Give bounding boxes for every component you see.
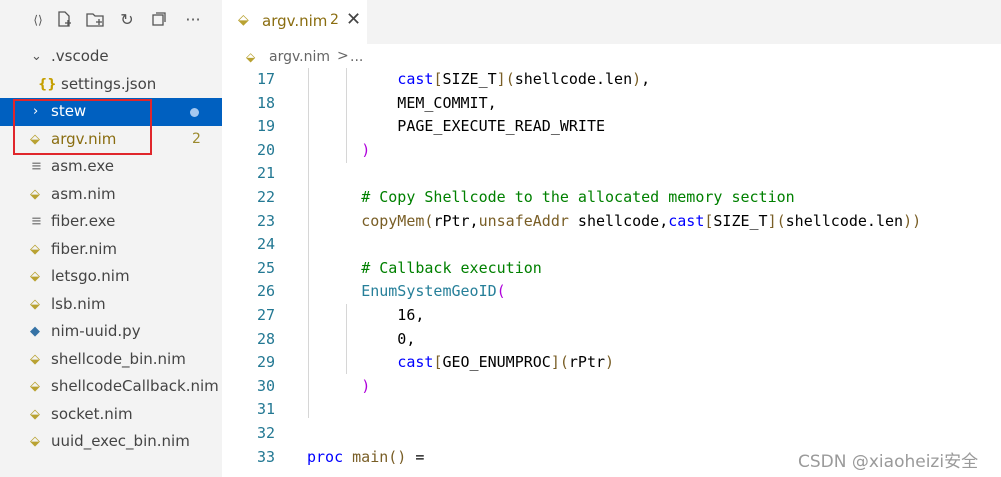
nim-file-icon: ⬙ (238, 12, 249, 28)
editor-area: ⬙ argv.nim 2 ✕ ⬙ argv.nim > ... 17 cast[… (222, 0, 1001, 477)
tree-file-lsb-nim[interactable]: ⬙ lsb.nim (0, 291, 222, 319)
code-line: 18 MEM_COMMIT, (256, 93, 497, 112)
breadcrumb-file[interactable]: argv.nim (269, 49, 330, 65)
tree-file-nim-uuid-py[interactable]: ◆ nim-uuid.py (0, 318, 222, 346)
tree-file-asm-nim[interactable]: ⬙ asm.nim (0, 181, 222, 209)
editor-tabs: ⬙ argv.nim 2 ✕ (222, 0, 1001, 44)
code-line: 30 ) (256, 376, 371, 395)
tree-file-uuid-exec-bin-nim[interactable]: ⬙ uuid_exec_bin.nim (0, 428, 222, 456)
nim-file-icon: ⬙ (30, 131, 40, 147)
tab-problem-count: 2 (330, 12, 339, 28)
nim-file-icon: ⬙ (30, 379, 40, 394)
code-line: 20 ) (256, 140, 371, 159)
tree-file-socket-nim[interactable]: ⬙ socket.nim (0, 401, 222, 429)
file-tree: ⌄ .vscode {} settings.json › stew ⬙ argv… (0, 43, 222, 456)
nim-file-icon: ⬙ (30, 186, 40, 202)
code-line: 25 # Callback execution (256, 258, 542, 277)
explorer-toolbar: ⟨⟩ ↻ ··· (0, 0, 222, 40)
code-line: 23 copyMem(rPtr,unsafeAddr shellcode,cas… (256, 211, 922, 230)
tree-file-fiber-nim[interactable]: ⬙ fiber.nim (0, 236, 222, 264)
watermark: CSDN @xiaoheizi安全 (798, 452, 979, 472)
tree-file-shellcode-bin-nim[interactable]: ⬙ shellcode_bin.nim (0, 346, 222, 374)
tree-file-shellcodecallback-nim[interactable]: ⬙ shellcodeCallback.nim (0, 373, 222, 401)
json-file-icon: {} (38, 76, 57, 92)
code-line: 19 PAGE_EXECUTE_READ_WRITE (256, 117, 606, 136)
code-line: 21 (256, 164, 275, 183)
nim-file-icon: ⬙ (30, 296, 40, 312)
tree-file-fiber-exe[interactable]: ≡ fiber.exe (0, 208, 222, 236)
tree-folder-stew[interactable]: › stew (0, 98, 222, 126)
code-line: 17 cast[SIZE_T](shellcode.len), (256, 70, 651, 88)
collapse-all-icon[interactable] (149, 10, 169, 30)
code-line: 22 # Copy Shellcode to the allocated mem… (256, 187, 795, 206)
refresh-icon[interactable]: ↻ (117, 10, 137, 30)
nim-file-icon: ⬙ (30, 269, 40, 284)
tree-file-settings-json[interactable]: {} settings.json (0, 71, 222, 99)
tree-folder-vscode[interactable]: ⌄ .vscode (0, 43, 222, 71)
nim-file-icon: ⬙ (246, 50, 256, 64)
tab-argv-nim[interactable]: ⬙ argv.nim 2 ✕ (222, 0, 367, 44)
python-file-icon: ◆ (30, 324, 40, 339)
nim-file-icon: ⬙ (30, 434, 40, 449)
chevron-right-icon: > (337, 48, 349, 64)
code-line: 26 EnumSystemGeoID( (256, 282, 506, 301)
modified-dot-icon (190, 108, 199, 117)
nim-file-icon: ⬙ (30, 241, 40, 257)
code-line: 31 (256, 400, 275, 419)
code-line: 29 cast[GEO_ENUMPROC](rPtr) (256, 353, 615, 372)
tree-file-argv-nim[interactable]: ⬙ argv.nim 2 (0, 126, 222, 154)
code-line: 32 (256, 423, 275, 442)
code-line: 27 16, (256, 305, 425, 324)
new-folder-icon[interactable] (85, 10, 105, 30)
chevron-right-icon: › (33, 104, 39, 119)
chevron-down-icon: ⌄ (31, 49, 42, 64)
file-lines-icon: ≡ (31, 159, 42, 174)
breadcrumb-more[interactable]: ... (350, 49, 363, 65)
tree-file-letsgo-nim[interactable]: ⬙ letsgo.nim (0, 263, 222, 291)
explorer-sidebar: ⟨⟩ ↻ ··· ⌄ .vscode {} settings.json › st… (0, 0, 222, 477)
code-line: 28 0, (256, 329, 416, 348)
code-view[interactable]: 17 cast[SIZE_T](shellcode.len), 18 MEM_C… (222, 68, 1001, 469)
collapse-icon[interactable]: ⟨⟩ (28, 10, 48, 30)
problem-count: 2 (192, 130, 201, 147)
file-lines-icon: ≡ (31, 214, 42, 229)
close-icon[interactable]: ✕ (346, 9, 361, 30)
code-line: 24 (256, 235, 275, 254)
nim-file-icon: ⬙ (30, 351, 40, 367)
tree-file-asm-exe[interactable]: ≡ asm.exe (0, 153, 222, 181)
nim-file-icon: ⬙ (30, 406, 40, 422)
new-file-icon[interactable] (54, 10, 74, 30)
more-icon[interactable]: ··· (183, 10, 203, 30)
